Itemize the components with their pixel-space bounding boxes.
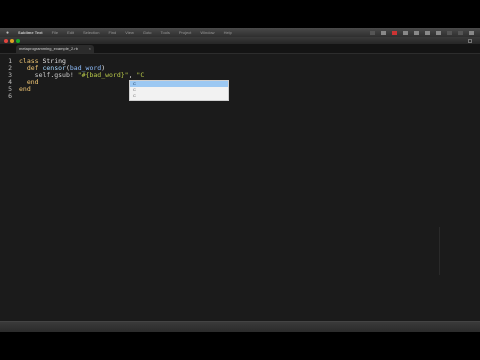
menu-bar: ● Sublime Text File Edit Selection Find … [0,28,480,37]
close-tab-icon[interactable]: × [89,45,91,53]
menubar-status-area [370,30,480,35]
menu-goto[interactable]: Goto [143,30,152,35]
code-line[interactable]: 6 [0,93,480,100]
status-icon[interactable] [370,30,375,35]
status-icon[interactable] [381,30,386,35]
code-text: end [19,86,31,93]
fullscreen-icon[interactable] [468,38,472,43]
menu-file[interactable]: File [52,30,58,35]
code-line[interactable]: 5 end [0,86,480,93]
title-bar [0,37,480,44]
spotlight-icon[interactable] [469,30,474,35]
wifi-icon[interactable] [414,30,419,35]
scroll-track[interactable] [439,227,440,275]
code-line[interactable]: 3 self.gsub! "#{bad_word}", "C [0,72,480,79]
menu-tools[interactable]: Tools [161,30,170,35]
menu-help[interactable]: Help [224,30,232,35]
close-window-button[interactable] [4,38,8,43]
menu-project[interactable]: Project [179,30,191,35]
editor-window: metaprogramming_example_2.rb × 1 class St… [0,37,480,332]
apple-icon[interactable]: ● [6,30,9,36]
autocomplete-popup: CCC [129,80,229,101]
code-token: gsub! [54,71,78,79]
menu-window[interactable]: Window [200,30,214,35]
menu-find[interactable]: Find [108,30,116,35]
code-token: "#{bad_word}" [77,71,129,79]
battery-icon[interactable] [436,30,441,35]
code-token: end [19,85,31,93]
autocomplete-item[interactable]: C [130,93,228,99]
letterbox-bottom [0,332,480,360]
volume-icon[interactable] [425,30,430,35]
code-token: "C [136,71,145,79]
zoom-window-button[interactable] [16,38,20,43]
minimize-window-button[interactable] [10,38,14,43]
line-number: 6 [8,92,12,100]
record-icon[interactable] [392,30,397,35]
tab-label: metaprogramming_example_2.rb [19,46,78,51]
code-editor[interactable]: 1 class String 2 def censor(bad_word) 3 sel… [0,54,480,322]
tab-file[interactable]: metaprogramming_example_2.rb × [16,45,94,53]
menu-view[interactable]: View [125,30,134,35]
clock-icon[interactable] [447,30,452,35]
menu-app-name[interactable]: Sublime Text [18,30,43,35]
code-line[interactable]: 4 end [0,79,480,86]
menu-edit[interactable]: Edit [67,30,74,35]
menu-selection[interactable]: Selection [83,30,99,35]
tab-bar: metaprogramming_example_2.rb × [0,44,480,54]
user-icon[interactable] [458,30,463,35]
status-bar [0,321,480,332]
letterbox-top [0,0,480,28]
status-icon[interactable] [403,30,408,35]
